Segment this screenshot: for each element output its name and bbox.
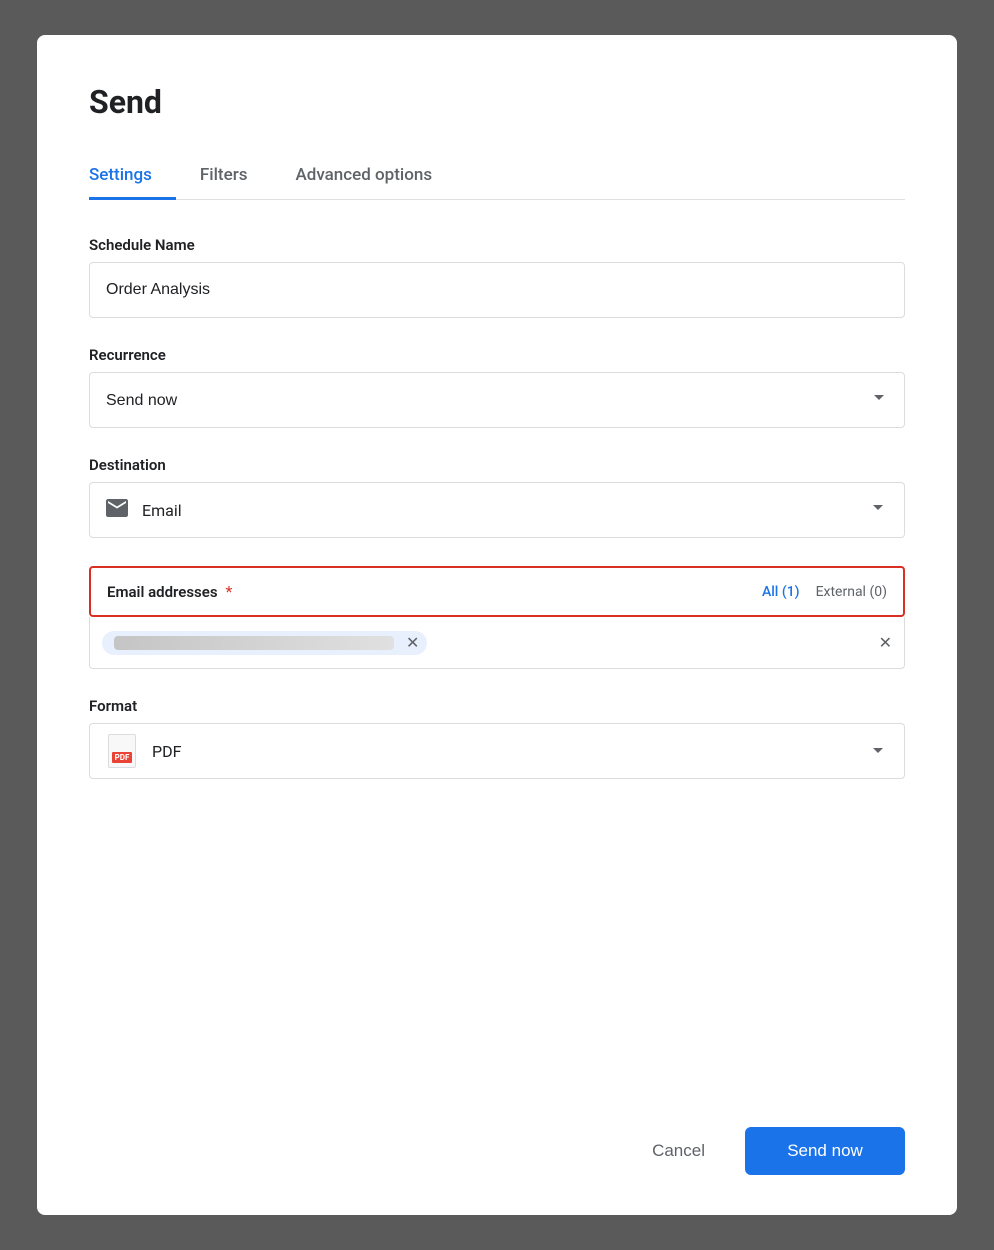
- external-count-label: External (0): [816, 584, 887, 600]
- email-tag: ✕: [102, 631, 427, 655]
- recurrence-label: Recurrence: [89, 346, 905, 364]
- email-addresses-label: Email addresses: [107, 583, 218, 601]
- tab-filters[interactable]: Filters: [176, 153, 272, 200]
- recurrence-select-wrapper: Send now Daily Weekly Monthly: [89, 372, 905, 428]
- email-addresses-label-row: Email addresses *: [107, 582, 232, 601]
- email-input-empty-area: ✕: [435, 635, 892, 651]
- email-counts: All (1) External (0): [762, 584, 887, 600]
- cancel-button[interactable]: Cancel: [628, 1129, 729, 1173]
- clear-email-input-button[interactable]: ✕: [879, 635, 892, 651]
- tab-settings[interactable]: Settings: [89, 153, 176, 200]
- dialog-footer: Cancel Send now: [89, 1095, 905, 1175]
- pdf-badge: PDF: [112, 752, 133, 763]
- schedule-name-input[interactable]: [89, 262, 905, 318]
- format-value: PDF: [152, 742, 181, 761]
- email-addresses-section: Email addresses * All (1) External (0) ✕…: [89, 566, 905, 697]
- format-select-wrapper: PDF PDF: [89, 723, 905, 779]
- destination-label: Destination: [89, 456, 905, 474]
- tabs-container: Settings Filters Advanced options: [89, 153, 905, 200]
- email-tag-text: [114, 636, 394, 650]
- email-tags-row[interactable]: ✕ ✕: [89, 617, 905, 669]
- send-now-button[interactable]: Send now: [745, 1127, 905, 1175]
- pdf-icon-bg: PDF: [108, 734, 136, 768]
- schedule-name-label: Schedule Name: [89, 236, 905, 254]
- schedule-name-group: Schedule Name: [89, 236, 905, 318]
- format-label: Format: [89, 697, 905, 715]
- email-addresses-header: Email addresses * All (1) External (0): [89, 566, 905, 617]
- required-indicator: *: [226, 582, 233, 601]
- recurrence-group: Recurrence Send now Daily Weekly Monthly: [89, 346, 905, 428]
- footer-spacer: [89, 807, 905, 1095]
- destination-group: Destination Email: [89, 456, 905, 538]
- send-dialog: Send Settings Filters Advanced options S…: [37, 35, 957, 1215]
- remove-email-tag-button[interactable]: ✕: [406, 635, 419, 651]
- destination-select[interactable]: Email: [89, 482, 905, 538]
- recurrence-select[interactable]: Send now Daily Weekly Monthly: [89, 372, 905, 428]
- tab-advanced-options[interactable]: Advanced options: [271, 153, 456, 200]
- destination-chevron-icon: [868, 498, 888, 522]
- destination-value: Email: [142, 501, 868, 520]
- format-group: Format PDF PDF: [89, 697, 905, 779]
- email-icon: [106, 498, 128, 522]
- dialog-title: Send: [89, 83, 905, 121]
- format-chevron-icon: [868, 741, 888, 761]
- pdf-icon: PDF: [106, 733, 138, 769]
- format-select[interactable]: PDF PDF: [89, 723, 905, 779]
- all-count-label[interactable]: All (1): [762, 584, 800, 600]
